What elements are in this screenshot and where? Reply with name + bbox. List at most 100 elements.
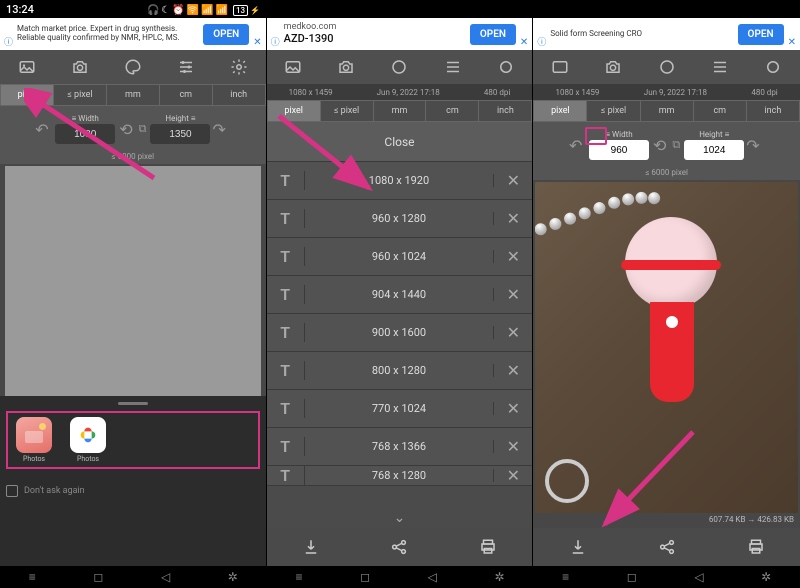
- ad-info-icon[interactable]: ⓘ: [4, 35, 13, 48]
- palette-button[interactable]: [106, 50, 159, 84]
- unit-lepixel[interactable]: ≤ pixel: [321, 100, 374, 122]
- menu-icon[interactable]: ≡: [72, 114, 77, 123]
- nav-back[interactable]: ◁: [428, 570, 437, 584]
- nav-back[interactable]: ◁: [161, 570, 170, 584]
- delete-icon[interactable]: ✕: [494, 285, 532, 304]
- delete-icon[interactable]: ✕: [494, 209, 532, 228]
- delete-icon[interactable]: ✕: [494, 466, 532, 485]
- preset-row[interactable]: T1080 x 1920✕: [267, 162, 533, 200]
- preset-row[interactable]: T960 x 1024✕: [267, 238, 533, 276]
- delete-icon[interactable]: ✕: [494, 323, 532, 342]
- preset-row[interactable]: T960 x 1280✕: [267, 200, 533, 238]
- settings-button[interactable]: [747, 50, 800, 84]
- ad-close-icon[interactable]: ✕: [520, 37, 528, 48]
- preset-row[interactable]: T800 x 1280✕: [267, 352, 533, 390]
- undo-button[interactable]: ↶: [35, 120, 53, 139]
- nav-home[interactable]: ◻: [627, 570, 637, 584]
- swap-icon[interactable]: ⟲: [117, 120, 134, 139]
- unit-cm[interactable]: cm: [694, 100, 747, 122]
- unit-inch[interactable]: inch: [213, 84, 266, 106]
- dont-ask-row[interactable]: Don't ask again: [6, 485, 260, 497]
- delete-icon[interactable]: ✕: [494, 171, 532, 190]
- adjust-button[interactable]: [159, 50, 212, 84]
- palette-button[interactable]: [640, 50, 693, 84]
- gallery-button[interactable]: [533, 50, 586, 84]
- sheet-handle[interactable]: [118, 402, 148, 405]
- camera-button[interactable]: [587, 50, 640, 84]
- print-button[interactable]: [711, 528, 800, 566]
- height-input[interactable]: [684, 140, 744, 160]
- width-input[interactable]: [55, 124, 115, 144]
- delete-icon[interactable]: ✕: [494, 247, 532, 266]
- close-button[interactable]: Close: [267, 122, 533, 162]
- ad-open-button[interactable]: OPEN: [203, 24, 249, 45]
- unit-pixel[interactable]: pixel: [0, 84, 54, 106]
- nav-accessibility[interactable]: ✲: [494, 570, 504, 584]
- app-photos-2[interactable]: Photos: [66, 417, 110, 463]
- unit-cm[interactable]: cm: [426, 100, 479, 122]
- nav-back[interactable]: ◁: [694, 570, 703, 584]
- preset-list[interactable]: T1080 x 1920✕ T960 x 1280✕ T960 x 1024✕ …: [267, 162, 533, 528]
- gallery-button[interactable]: [0, 50, 53, 84]
- aspect-lock-icon[interactable]: ⧉: [670, 138, 682, 152]
- unit-cm[interactable]: cm: [160, 84, 213, 106]
- adjust-button[interactable]: [693, 50, 746, 84]
- app-photos-1[interactable]: Photos: [12, 417, 56, 463]
- unit-inch[interactable]: inch: [479, 100, 532, 122]
- checkbox[interactable]: [6, 485, 18, 497]
- chevron-down-icon[interactable]: ⌄: [394, 510, 406, 526]
- menu-icon[interactable]: ≡: [725, 130, 730, 139]
- unit-pixel[interactable]: pixel: [267, 100, 321, 122]
- nav-home[interactable]: ◻: [360, 570, 370, 584]
- nav-recent[interactable]: ≡: [29, 570, 36, 584]
- preset-row[interactable]: T770 x 1024✕: [267, 390, 533, 428]
- unit-mm[interactable]: mm: [374, 100, 427, 122]
- image-preview[interactable]: [535, 182, 798, 513]
- preset-row[interactable]: T900 x 1600✕: [267, 314, 533, 352]
- delete-icon[interactable]: ✕: [494, 361, 532, 380]
- settings-button[interactable]: [213, 50, 266, 84]
- ad-info-icon[interactable]: ⓘ: [271, 35, 280, 48]
- camera-button[interactable]: [320, 50, 373, 84]
- share-button[interactable]: [355, 528, 444, 566]
- preset-row[interactable]: T768 x 1366✕: [267, 428, 533, 466]
- nav-accessibility[interactable]: ✲: [761, 570, 771, 584]
- unit-mm[interactable]: mm: [107, 84, 160, 106]
- ad-close-icon[interactable]: ✕: [788, 37, 796, 48]
- ad-info-icon[interactable]: ⓘ: [537, 35, 546, 48]
- delete-icon[interactable]: ✕: [494, 399, 532, 418]
- share-button[interactable]: [622, 528, 711, 566]
- redo-button[interactable]: ↷: [746, 136, 764, 155]
- download-button[interactable]: [267, 528, 356, 566]
- menu-icon[interactable]: ≡: [191, 114, 196, 123]
- unit-mm[interactable]: mm: [641, 100, 694, 122]
- unit-lepixel[interactable]: ≤ pixel: [54, 84, 107, 106]
- camera-button[interactable]: [53, 50, 106, 84]
- unit-lepixel[interactable]: ≤ pixel: [587, 100, 640, 122]
- nav-recent[interactable]: ≡: [562, 570, 569, 584]
- ad-banner[interactable]: ⓘ Match market price. Expert in drug syn…: [0, 18, 266, 50]
- unit-inch[interactable]: inch: [747, 100, 800, 122]
- download-button[interactable]: [533, 528, 622, 566]
- unit-pixel[interactable]: pixel: [533, 100, 587, 122]
- delete-icon[interactable]: ✕: [494, 437, 532, 456]
- print-button[interactable]: [444, 528, 533, 566]
- palette-button[interactable]: [373, 50, 426, 84]
- swap-icon[interactable]: ⟲: [651, 136, 668, 155]
- gallery-button[interactable]: [267, 50, 320, 84]
- ad-banner[interactable]: ⓘ Solid form Screening CRO OPEN ✕: [533, 18, 800, 50]
- adjust-button[interactable]: [426, 50, 479, 84]
- ad-banner[interactable]: ⓘ medkoo.com AZD-1390 OPEN ✕: [267, 18, 533, 50]
- nav-recent[interactable]: ≡: [295, 570, 302, 584]
- ad-open-button[interactable]: OPEN: [470, 24, 516, 45]
- redo-button[interactable]: ↷: [212, 120, 230, 139]
- nav-accessibility[interactable]: ✲: [228, 570, 238, 584]
- ad-open-button[interactable]: OPEN: [738, 24, 784, 45]
- nav-home[interactable]: ◻: [93, 570, 103, 584]
- aspect-lock-icon[interactable]: ⧉: [137, 122, 149, 136]
- preset-row[interactable]: T904 x 1440✕: [267, 276, 533, 314]
- height-input[interactable]: [150, 124, 210, 144]
- settings-button[interactable]: [479, 50, 532, 84]
- preset-row[interactable]: T768 x 1280✕: [267, 466, 533, 486]
- ad-close-icon[interactable]: ✕: [253, 37, 261, 48]
